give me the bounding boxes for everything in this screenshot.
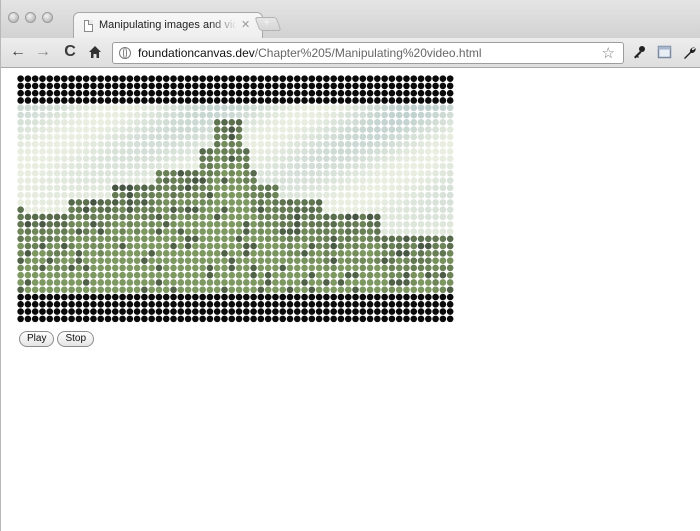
stop-button[interactable]: Stop (57, 330, 95, 347)
reload-icon[interactable]: C (61, 42, 79, 62)
video-canvas (17, 75, 454, 323)
star-icon[interactable]: ☆ (602, 44, 615, 62)
plus-icon: + (263, 15, 271, 29)
close-window-button[interactable] (8, 12, 19, 23)
page-content: Play Stop (1, 68, 700, 531)
play-button[interactable]: Play (19, 330, 55, 347)
tab-strip: Manipulating images and video ✕ + (1, 0, 700, 39)
browser-window: Manipulating images and video ✕ + ← → C … (0, 0, 700, 531)
forward-arrow-icon[interactable]: → (34, 42, 52, 62)
back-arrow-icon[interactable]: ← (9, 42, 27, 62)
close-icon[interactable]: ✕ (241, 18, 250, 31)
minimize-window-button[interactable] (25, 12, 36, 23)
page-icon (84, 20, 93, 32)
url-path: /Chapter%205/Manipulating%20video.html (254, 46, 482, 60)
tab-active[interactable]: Manipulating images and video ✕ (73, 12, 263, 39)
url-text[interactable]: foundationcanvas.dev/Chapter%205/Manipul… (138, 46, 482, 60)
home-icon[interactable] (86, 42, 104, 62)
page-menu-icon[interactable] (656, 42, 672, 62)
tab-title: Manipulating images and video (99, 19, 237, 31)
zoom-window-button[interactable] (42, 12, 53, 23)
new-tab-button[interactable]: + (254, 15, 282, 31)
video-controls: Play Stop (19, 328, 97, 347)
globe-icon (119, 47, 131, 59)
key-icon[interactable] (631, 42, 647, 62)
address-bar[interactable]: foundationcanvas.dev/Chapter%205/Manipul… (112, 42, 624, 64)
toolbar: ← → C foundationcanvas.dev/Chapter%205/M… (1, 38, 700, 68)
wrench-icon[interactable] (681, 42, 697, 62)
url-host: foundationcanvas.dev (138, 46, 255, 60)
